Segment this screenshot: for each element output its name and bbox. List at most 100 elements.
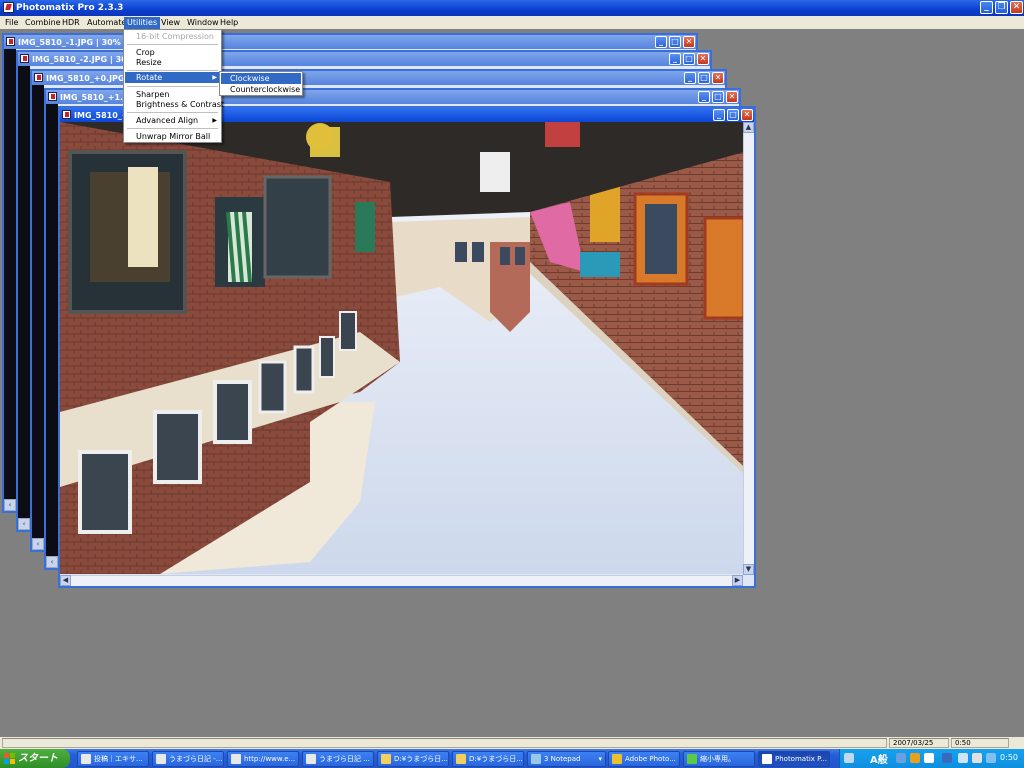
photomatix-icon: [762, 754, 772, 764]
caps-kana-icon[interactable]: [942, 753, 952, 763]
scroll-left-icon[interactable]: ‹: [4, 499, 16, 511]
image-window-active[interactable]: IMG_5810_+ _ □ ✕ ▲ ▼ ◀ ▶: [58, 106, 756, 588]
close-icon[interactable]: ✕: [741, 109, 753, 121]
folder-icon: [456, 754, 466, 764]
start-button[interactable]: スタート: [0, 749, 70, 768]
menu-separator: [127, 86, 218, 87]
taskbar-button-label: うまづら日記 ...: [319, 755, 370, 763]
scroll-left-icon[interactable]: ‹: [46, 556, 58, 568]
taskbar-button-label: http://www.e...: [244, 755, 296, 763]
image-window-icon: [20, 54, 29, 63]
minimize-icon[interactable]: _: [669, 53, 681, 65]
taskbar-button-shukusho[interactable]: 縮小専用。: [683, 751, 755, 767]
tray-app-icon[interactable]: [986, 753, 996, 763]
horizontal-scrollbar[interactable]: ◀ ▶: [60, 575, 743, 586]
menu-item-resize[interactable]: Resize: [125, 57, 220, 68]
status-date: 2007/03/25: [889, 738, 949, 748]
vertical-scrollbar[interactable]: ▲ ▼: [743, 122, 754, 575]
taskbar-button-folder-1[interactable]: D:¥うまづら日...: [377, 751, 449, 767]
taskbar-button-excite-post[interactable]: 投稿｜エキサ...: [77, 751, 149, 767]
browser-icon: [81, 754, 91, 764]
taskbar-button-umazura-1[interactable]: うまづら日記 -...: [152, 751, 224, 767]
menu-item-brightness-contrast[interactable]: Brightness & Contrast: [125, 99, 224, 110]
browser-icon: [306, 754, 316, 764]
scroll-down-icon[interactable]: ▼: [743, 564, 754, 575]
window-title: IMG_5810_+0.JPG: [46, 74, 125, 83]
clock[interactable]: 0:50: [1000, 753, 1018, 762]
menu-separator: [127, 128, 218, 129]
taskbar-button-umazura-2[interactable]: うまづら日記 ...: [302, 751, 374, 767]
menu-item-16bit-compression: 16-bit Compression: [136, 32, 214, 41]
close-icon[interactable]: ✕: [726, 91, 738, 103]
minimize-icon[interactable]: _: [698, 91, 710, 103]
minimize-icon[interactable]: _: [980, 1, 993, 14]
taskbar-button-photomatix[interactable]: Photomatix P...: [758, 751, 830, 767]
menu-file[interactable]: File: [2, 17, 21, 29]
menu-item-unwrap-mirror-ball[interactable]: Unwrap Mirror Ball: [125, 131, 220, 142]
submenu-arrow-icon: ▶: [212, 74, 217, 81]
menu-item-advanced-align[interactable]: Advanced Align ▶: [125, 115, 220, 126]
image-edge: [32, 85, 44, 550]
maximize-icon[interactable]: □: [698, 72, 710, 84]
keyboard-icon[interactable]: [844, 753, 854, 763]
network-icon[interactable]: [972, 753, 982, 763]
maximize-icon[interactable]: □: [669, 36, 681, 48]
help-icon[interactable]: [924, 753, 934, 763]
taskbar-button-folder-2[interactable]: D:¥うまづら日...: [452, 751, 524, 767]
app-icon: [687, 754, 697, 764]
submenu-item-clockwise[interactable]: Clockwise: [221, 73, 301, 84]
close-icon[interactable]: ✕: [712, 72, 724, 84]
submenu-item-counterclockwise[interactable]: Counterclockwise: [221, 84, 301, 95]
close-icon[interactable]: ✕: [683, 36, 695, 48]
menu-bar: File Combine HDR Automate Utilities View…: [0, 16, 1024, 29]
scroll-left-icon[interactable]: ◀: [60, 575, 71, 586]
scroll-right-icon[interactable]: ▶: [732, 575, 743, 586]
menu-utilities[interactable]: Utilities: [124, 17, 161, 29]
menu-combine[interactable]: Combine: [22, 17, 64, 29]
taskbar-button-label: うまづら日記 -...: [169, 755, 223, 763]
start-label: スタート: [18, 753, 58, 764]
taskbar-button-label: 縮小専用。: [700, 755, 735, 763]
ime-indicator[interactable]: A般: [870, 751, 888, 766]
volume-icon[interactable]: [958, 753, 968, 763]
taskbar-button-notepad[interactable]: 3 Notepad ▾: [527, 751, 606, 767]
close-icon[interactable]: ✕: [697, 53, 709, 65]
maximize-icon[interactable]: □: [712, 91, 724, 103]
image-window-icon: [62, 110, 71, 119]
menu-view[interactable]: View: [158, 17, 183, 29]
app-icon[interactable]: [3, 2, 14, 13]
close-icon[interactable]: ✕: [1010, 1, 1023, 14]
taskbar-button-label: D:¥うまづら日...: [394, 755, 448, 763]
photoshop-icon: [612, 754, 622, 764]
browser-icon: [156, 754, 166, 764]
ime-tool-icon[interactable]: [896, 753, 906, 763]
image-window-icon: [34, 73, 43, 82]
scroll-up-icon[interactable]: ▲: [743, 122, 754, 133]
menu-separator: [127, 44, 218, 45]
maximize-icon[interactable]: □: [683, 53, 695, 65]
menu-item-rotate[interactable]: Rotate ▶: [125, 72, 220, 83]
taskbar-button-photoshop[interactable]: Adobe Photo...: [608, 751, 680, 767]
maximize-icon[interactable]: □: [727, 109, 739, 121]
ime-pad-icon[interactable]: [910, 753, 920, 763]
menu-automate[interactable]: Automate: [84, 17, 129, 29]
taskbar-button-http[interactable]: http://www.e...: [227, 751, 299, 767]
minimize-icon[interactable]: _: [684, 72, 696, 84]
taskbar-button-label: 投稿｜エキサ...: [94, 755, 143, 763]
minimize-icon[interactable]: _: [655, 36, 667, 48]
restore-icon[interactable]: ❐: [995, 1, 1008, 14]
scroll-left-icon[interactable]: ‹: [18, 518, 30, 530]
menu-hdr[interactable]: HDR: [59, 17, 83, 29]
minimize-icon[interactable]: _: [713, 109, 725, 121]
notepad-icon: [531, 754, 541, 764]
menu-window[interactable]: Window: [184, 17, 222, 29]
menu-help[interactable]: Help: [217, 17, 241, 29]
menu-item-advanced-align-label: Advanced Align: [136, 116, 199, 125]
scroll-left-icon[interactable]: ‹: [32, 538, 44, 550]
taskbar-button-label: D:¥うまづら日...: [469, 755, 523, 763]
window-title: IMG_5810_-1.JPG | 30% | 3: [18, 38, 135, 47]
window-title: IMG_5810_+1.J: [60, 93, 127, 102]
photo-canvas[interactable]: [60, 122, 744, 574]
group-arrow-icon: ▾: [598, 755, 602, 763]
browser-icon: [231, 754, 241, 764]
